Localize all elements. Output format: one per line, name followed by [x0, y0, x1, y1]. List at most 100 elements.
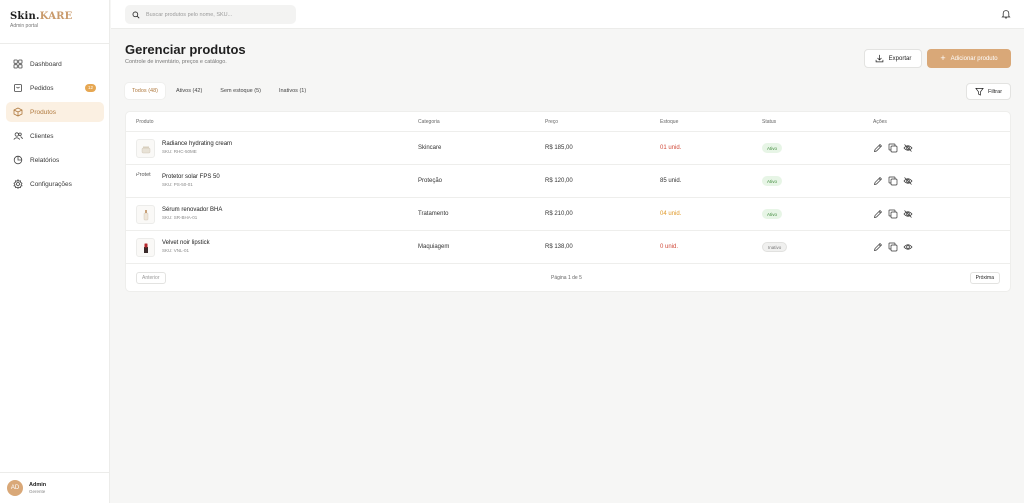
- product-stock: 0 unid.: [660, 244, 679, 250]
- product-category: Tratamento: [418, 211, 449, 217]
- box-icon: [13, 107, 23, 117]
- status-badge: Ativo: [762, 176, 783, 186]
- column-header-stock[interactable]: Estoque: [660, 119, 678, 125]
- sidebar-item-relatorios[interactable]: Relatórios: [6, 150, 104, 170]
- notification-bell-icon[interactable]: [1001, 9, 1011, 19]
- product-sku: SKU: RHC-50ME: [162, 149, 197, 154]
- brand-logo[interactable]: Skin.KARE Admin portal: [10, 11, 72, 29]
- column-header-status[interactable]: Status: [762, 119, 776, 125]
- sidebar-item-configuracoes[interactable]: Configurações: [6, 174, 104, 194]
- column-header-product[interactable]: Produto: [136, 119, 154, 125]
- edit-icon[interactable]: [873, 209, 883, 219]
- hide-icon[interactable]: [903, 143, 913, 153]
- product-category: Proteção: [418, 178, 443, 184]
- product-stock: 01 unid.: [660, 145, 682, 151]
- product-price: R$ 185,00: [545, 145, 573, 151]
- sidebar-divider: [0, 472, 110, 473]
- sidebar-item-clientes[interactable]: Clientes: [6, 126, 104, 146]
- add-product-button[interactable]: + Adicionar produto: [927, 49, 1011, 68]
- product-thumbnail: Protet: [136, 172, 155, 191]
- duplicate-icon[interactable]: [888, 242, 898, 252]
- product-sku: SKU: VNL-01: [162, 248, 190, 253]
- product-category: Skincare: [418, 145, 442, 151]
- status-badge: Ativo: [762, 209, 783, 219]
- plus-icon: +: [940, 53, 946, 63]
- product-category: Maquiagem: [418, 244, 450, 250]
- hide-icon[interactable]: [903, 176, 913, 186]
- topbar: [111, 0, 1024, 29]
- duplicate-icon[interactable]: [888, 209, 898, 219]
- sidebar-item-label: Relatórios: [30, 156, 60, 164]
- tab-ativos[interactable]: Ativos (42): [169, 83, 209, 99]
- users-icon: [13, 131, 23, 141]
- table-header: Produto Categoria Preço Estoque Status A…: [126, 112, 1010, 132]
- product-name[interactable]: Protetor solar FPS 50: [162, 174, 220, 180]
- orders-icon: [13, 83, 23, 93]
- tab-todos[interactable]: Todos (48): [125, 83, 165, 99]
- table-row[interactable]: Velvet noir lipstick SKU: VNL-01 Maquiag…: [126, 231, 1010, 264]
- sidebar-divider: [0, 43, 110, 44]
- orders-count-badge: 12: [84, 84, 96, 92]
- search-input[interactable]: [146, 11, 286, 18]
- product-name[interactable]: Sérum renovador BHA: [162, 207, 222, 213]
- table-row[interactable]: Radiance hydrating cream SKU: RHC-50ME S…: [126, 132, 1010, 165]
- edit-icon[interactable]: [873, 242, 883, 252]
- table-pagination: Anterior Página 1 de 5 Próxima: [126, 264, 1010, 292]
- table-row[interactable]: Sérum renovador BHA SKU: SR-BHA-01 Trata…: [126, 198, 1010, 231]
- chart-icon: [13, 155, 23, 165]
- product-name[interactable]: Velvet noir lipstick: [162, 240, 210, 246]
- download-icon: [875, 54, 883, 63]
- row-actions: [873, 176, 918, 186]
- gear-icon: [13, 179, 23, 189]
- main-content: Gerenciar produtos Controle de inventári…: [125, 42, 1011, 292]
- product-sku: SKU: SR-BHA-01: [162, 215, 198, 220]
- user-role: Gerente: [29, 489, 46, 494]
- product-name[interactable]: Radiance hydrating cream: [162, 141, 232, 147]
- product-stock: 04 unid.: [660, 211, 682, 217]
- brand-subtitle: Admin portal: [10, 23, 39, 29]
- sidebar-item-label: Clientes: [30, 132, 54, 140]
- edit-icon[interactable]: [873, 176, 883, 186]
- sidebar-item-dashboard[interactable]: Dashboard: [6, 54, 104, 74]
- sidebar-item-pedidos[interactable]: Pedidos 12: [6, 78, 104, 98]
- product-thumbnail: [136, 205, 155, 224]
- next-page-button[interactable]: Próxima: [969, 272, 1000, 284]
- duplicate-icon[interactable]: [888, 176, 898, 186]
- column-header-actions: Ações: [873, 119, 887, 125]
- column-header-price[interactable]: Preço: [545, 119, 558, 125]
- product-sku: SKU: PS-50-01: [162, 182, 193, 187]
- edit-icon[interactable]: [873, 143, 883, 153]
- filter-button[interactable]: Filtrar: [966, 83, 1011, 100]
- product-thumbnail: [136, 238, 155, 257]
- row-actions: [873, 143, 918, 153]
- dashboard-icon: [13, 59, 23, 69]
- previous-page-button[interactable]: Anterior: [136, 272, 166, 284]
- product-price: R$ 138,00: [545, 244, 573, 250]
- sidebar-item-label: Dashboard: [30, 60, 62, 68]
- duplicate-icon[interactable]: [888, 143, 898, 153]
- tab-sem-estoque[interactable]: Sem estoque (5): [213, 83, 268, 99]
- sidebar-item-produtos[interactable]: Produtos: [6, 102, 104, 122]
- filter-tabs: Todos (48) Ativos (42) Sem estoque (5) I…: [125, 83, 317, 99]
- product-price: R$ 210,00: [545, 211, 573, 217]
- sidebar-nav: Dashboard Pedidos 12 Produtos Clientes R…: [6, 54, 104, 198]
- products-table: Produto Categoria Preço Estoque Status A…: [125, 111, 1011, 292]
- tab-inativos[interactable]: Inativos (1): [272, 83, 313, 99]
- user-profile[interactable]: AD Admin Gerente: [7, 480, 46, 496]
- sidebar-item-label: Pedidos: [30, 84, 54, 92]
- table-row[interactable]: Protet Protetor solar FPS 50 SKU: PS-50-…: [126, 165, 1010, 198]
- brand-name: Skin.KARE: [10, 11, 73, 22]
- add-product-label: Adicionar produto: [950, 55, 998, 62]
- filter-label: Filtrar: [987, 88, 1003, 95]
- row-actions: [873, 242, 918, 252]
- export-button[interactable]: Exportar: [864, 49, 922, 68]
- product-thumbnail: [136, 139, 155, 158]
- search-box: [125, 5, 296, 24]
- status-badge: Ativo: [762, 143, 783, 153]
- product-price: R$ 120,00: [545, 178, 573, 184]
- broken-image-alt: Protet: [136, 172, 151, 178]
- column-header-category[interactable]: Categoria: [418, 119, 440, 125]
- show-icon[interactable]: [903, 242, 913, 252]
- sidebar-item-label: Configurações: [30, 180, 72, 188]
- hide-icon[interactable]: [903, 209, 913, 219]
